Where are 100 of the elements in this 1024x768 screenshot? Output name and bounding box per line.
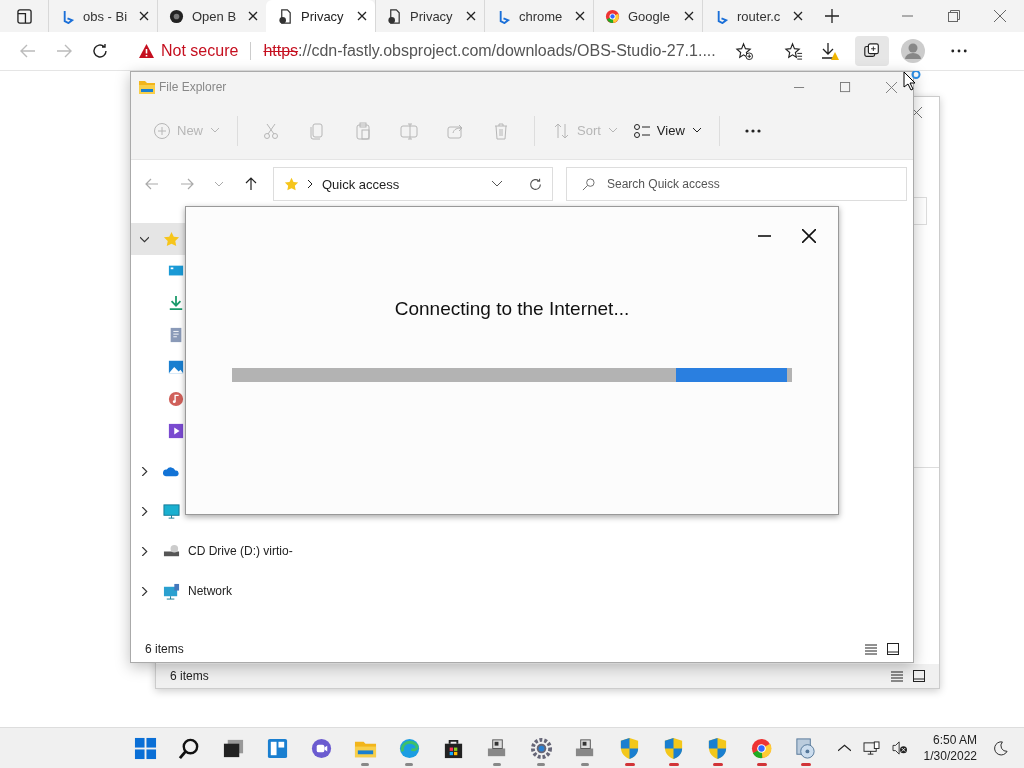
- widgets-icon: [265, 736, 289, 760]
- browser-tab[interactable]: Privacy: [266, 0, 375, 32]
- chevron-right-icon[interactable]: [140, 586, 149, 596]
- chrome-logo-icon: [605, 8, 620, 24]
- maximize-icon[interactable]: [840, 81, 851, 93]
- download-icon: [168, 295, 184, 311]
- tree-label: CD Drive (D:) virtio-: [188, 544, 293, 558]
- chat-icon: [309, 736, 333, 760]
- caret-icon: [211, 128, 219, 133]
- video-icon: [168, 423, 184, 439]
- caret-icon[interactable]: [492, 181, 502, 187]
- installer-disc-icon: [793, 736, 817, 760]
- window-title: File Explorer: [159, 80, 227, 94]
- tab-title: router.c: [737, 8, 782, 24]
- chevron-right-icon[interactable]: [140, 546, 149, 556]
- up-arrow-icon[interactable]: [244, 177, 258, 191]
- profile-avatar-icon[interactable]: [901, 39, 925, 63]
- chevron-right-icon[interactable]: [140, 466, 149, 476]
- browser-tab[interactable]: obs - Bi: [48, 0, 157, 32]
- tab-title: Open B: [192, 8, 238, 24]
- chevron-down-icon[interactable]: [140, 234, 149, 244]
- more-icon[interactable]: [951, 49, 967, 53]
- clock-date: 1/30/2022: [923, 748, 977, 764]
- tree-item[interactable]: CD Drive (D:) virtio-: [131, 535, 301, 567]
- copy-icon: [308, 121, 326, 140]
- page-block-icon: [387, 8, 402, 24]
- moon-icon[interactable]: [993, 740, 1008, 756]
- tab-title: chrome: [519, 8, 564, 24]
- item-count: 6 items: [170, 669, 209, 683]
- cut-icon: [262, 121, 280, 140]
- address-field[interactable]: Not secure https://cdn-fastly.obsproject.com/downloads/OBS-Studio-27.1....: [128, 36, 764, 66]
- restore-icon[interactable]: [948, 10, 960, 22]
- search-icon: [582, 177, 595, 191]
- music-icon: [168, 391, 184, 407]
- favorites-icon[interactable]: [784, 41, 803, 61]
- close-icon[interactable]: [575, 11, 585, 21]
- collections-icon: [863, 42, 881, 60]
- caret-icon: [608, 128, 617, 133]
- star-plus-icon[interactable]: [735, 41, 754, 61]
- tab-actions-icon[interactable]: [17, 8, 32, 24]
- start-icon: [133, 736, 157, 760]
- refresh-icon[interactable]: [529, 177, 542, 191]
- close-icon[interactable]: [248, 11, 258, 21]
- browser-tab[interactable]: router.c: [702, 0, 811, 32]
- security-label[interactable]: Not secure: [161, 42, 239, 60]
- tree-item[interactable]: Network: [131, 575, 301, 607]
- circle-logo-icon: [169, 8, 184, 24]
- chevron-icon: [308, 180, 313, 188]
- search-icon: [177, 736, 201, 760]
- tab-title: Privacy: [410, 8, 454, 24]
- details-view-icon[interactable]: [891, 670, 903, 682]
- close-icon[interactable]: [684, 11, 694, 21]
- rename-icon: [400, 121, 418, 140]
- network-icon[interactable]: [862, 740, 880, 756]
- tab-title: Google: [628, 8, 671, 24]
- page-block-icon: [278, 8, 293, 24]
- item-count: 6 items: [145, 642, 184, 656]
- browser-tab[interactable]: Privacy: [375, 0, 484, 32]
- url-text: https://cdn-fastly.obsproject.com/downloads/OBS-Studio-27.1....: [263, 42, 717, 60]
- star-icon: [284, 176, 299, 192]
- caret-icon: [692, 128, 701, 133]
- monitor-icon: [163, 502, 180, 520]
- browser-tab[interactable]: chrome: [484, 0, 593, 32]
- chrome-logo-icon: [749, 736, 773, 760]
- close-icon[interactable]: [802, 229, 816, 243]
- search-input[interactable]: Search Quick access: [605, 176, 906, 192]
- search-field[interactable]: Search Quick access: [566, 167, 907, 201]
- picture-icon: [168, 359, 184, 375]
- view-icon: [632, 121, 651, 140]
- more-icon: [743, 128, 762, 133]
- folder-icon: [139, 80, 155, 94]
- chevron-right-icon[interactable]: [140, 506, 149, 516]
- tab-title: obs - Bi: [83, 8, 129, 24]
- paste-icon: [354, 121, 372, 140]
- details-view-icon[interactable]: [865, 643, 877, 655]
- close-icon[interactable]: [139, 11, 149, 21]
- sort-icon: [553, 121, 571, 140]
- address-text: Quick access: [322, 176, 400, 192]
- status-message: Connecting to the Internet...: [394, 298, 630, 320]
- chevron-up-icon[interactable]: [837, 744, 851, 752]
- delete-icon: [492, 121, 510, 140]
- warning-icon: [138, 43, 155, 59]
- tiles-view-icon[interactable]: [913, 670, 925, 682]
- speaker-muted-icon[interactable]: [891, 741, 908, 755]
- quick-access-star-icon: [163, 230, 180, 248]
- collections-button[interactable]: [855, 36, 889, 66]
- browser-tab[interactable]: Google: [593, 0, 702, 32]
- refresh-icon[interactable]: [92, 43, 108, 59]
- network-icon: [163, 582, 180, 600]
- close-icon[interactable]: [793, 11, 803, 21]
- edge-logo-icon: [397, 736, 421, 760]
- toolbar-button[interactable]: View: [628, 115, 705, 146]
- tiles-view-icon[interactable]: [887, 643, 899, 655]
- close-icon[interactable]: [466, 11, 476, 21]
- close-icon[interactable]: [357, 11, 367, 21]
- settings-icon: [529, 736, 553, 760]
- clock[interactable]: 6:50 AM 1/30/2022: [923, 732, 977, 764]
- new-tab-icon[interactable]: [825, 9, 839, 23]
- tab-title: Privacy: [301, 8, 345, 24]
- address-field[interactable]: Quick access: [273, 167, 553, 201]
